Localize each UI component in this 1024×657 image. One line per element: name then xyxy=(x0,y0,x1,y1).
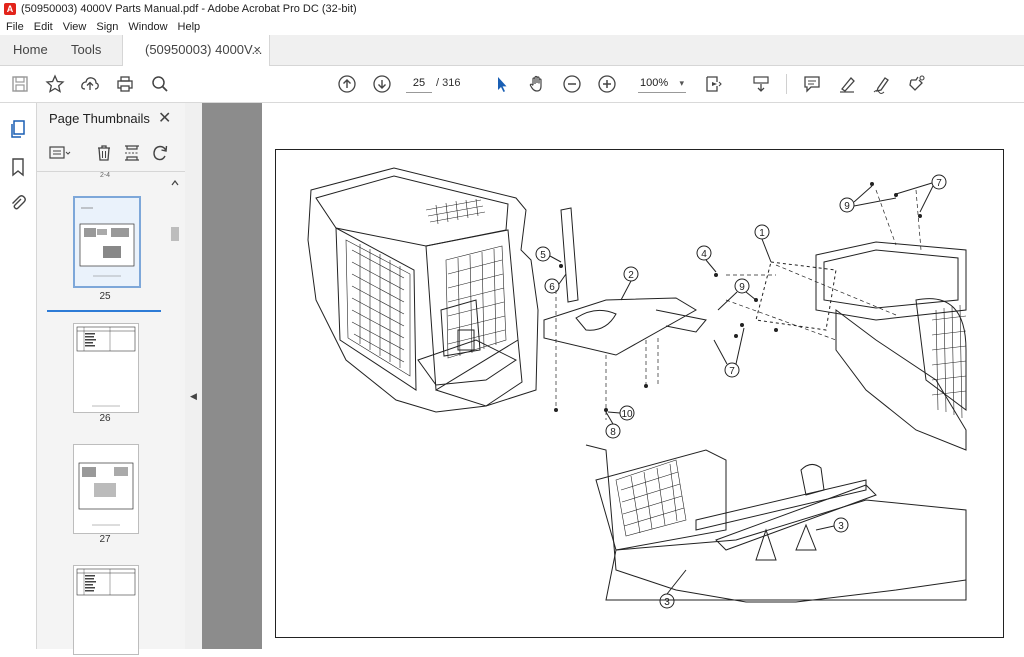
callout-label-1: 1 xyxy=(759,228,765,239)
next-page-icon[interactable] xyxy=(372,74,392,94)
page-thumbnail[interactable] xyxy=(73,196,141,288)
chevron-down-icon: ▾ xyxy=(679,78,684,88)
attachments-icon[interactable] xyxy=(8,193,28,213)
exploded-parts-diagram: 1 2 3 3 4 5 6 7 7 8 9 9 10 xyxy=(307,167,967,609)
window-title: (50950003) 4000V Parts Manual.pdf - Adob… xyxy=(21,3,357,15)
delete-icon[interactable] xyxy=(93,143,115,163)
thumbnail-options-icon[interactable] xyxy=(49,143,71,163)
callout-label-6: 6 xyxy=(549,282,555,293)
callout-label-3a: 3 xyxy=(838,521,844,532)
tab-close-icon[interactable]: × xyxy=(253,35,261,65)
insert-page-icon[interactable] xyxy=(121,143,143,163)
save-icon[interactable] xyxy=(10,74,30,94)
zoom-select[interactable]: 100% ▾ xyxy=(638,74,686,93)
upload-cloud-icon[interactable] xyxy=(80,74,100,94)
select-cursor-icon[interactable] xyxy=(492,74,512,94)
drawing-frame: 1 2 3 3 4 5 6 7 7 8 9 9 10 xyxy=(275,149,1004,638)
title-bar: A (50950003) 4000V Parts Manual.pdf - Ad… xyxy=(0,0,1024,18)
thumbnail-preview xyxy=(78,462,134,526)
menu-sign[interactable]: Sign xyxy=(91,21,123,33)
page-thumbnail[interactable] xyxy=(73,444,139,534)
mesh-grille-left xyxy=(345,239,411,377)
menu-view[interactable]: View xyxy=(58,21,92,33)
callout-label-4: 4 xyxy=(701,249,707,260)
callout-label-5: 5 xyxy=(540,250,546,261)
menu-edit[interactable]: Edit xyxy=(29,21,58,33)
toolbar-divider xyxy=(786,74,787,94)
zoom-value: 100% xyxy=(640,77,669,89)
callout-label-7a: 7 xyxy=(936,178,942,189)
seal-strip xyxy=(560,207,579,303)
callout-label-2: 2 xyxy=(628,270,634,281)
pdf-page: 1 2 3 3 4 5 6 7 7 8 9 9 10 xyxy=(262,103,1024,649)
rotate-icon[interactable] xyxy=(149,143,171,163)
print-icon[interactable] xyxy=(115,74,135,94)
selection-indicator xyxy=(47,310,161,312)
acrobat-icon: A xyxy=(4,3,16,15)
fasteners xyxy=(554,182,922,412)
navigation-rail xyxy=(0,103,37,649)
page-thumbnail[interactable] xyxy=(73,323,139,413)
tab-document[interactable]: (50950003) 4000V... × xyxy=(122,35,270,66)
tab-bar: Home Tools (50950003) 4000V... × xyxy=(0,35,1024,66)
thumbnail-preview xyxy=(76,568,136,596)
thumbnail-preview xyxy=(79,207,135,277)
page-thumbnails-icon[interactable] xyxy=(8,119,28,139)
callout-label-3b: 3 xyxy=(664,597,670,608)
menu-file[interactable]: File xyxy=(0,21,29,33)
previous-page-icon[interactable] xyxy=(337,74,357,94)
page-thumbnail[interactable] xyxy=(73,565,139,655)
highlight-pen-icon[interactable] xyxy=(837,74,857,94)
menu-help[interactable]: Help xyxy=(173,21,206,33)
leader-lines xyxy=(555,189,922,420)
tab-home[interactable]: Home xyxy=(13,35,48,65)
fit-page-icon[interactable] xyxy=(704,74,724,94)
fill-sign-icon[interactable] xyxy=(907,74,927,94)
page-total: / 316 xyxy=(436,77,461,89)
tray-part xyxy=(543,297,707,356)
scroll-mode-icon[interactable] xyxy=(751,74,771,94)
callout-label-7b: 7 xyxy=(729,366,735,377)
cab-assembly xyxy=(307,167,539,413)
partial-page-label: 2-4 xyxy=(99,172,111,179)
collapse-panel-icon[interactable]: ◀ xyxy=(190,391,197,402)
tab-tools[interactable]: Tools xyxy=(71,35,101,65)
panel-collapse-strip[interactable]: ◀ xyxy=(185,103,202,649)
hand-tool-icon[interactable] xyxy=(527,74,547,94)
callout-label-9a: 9 xyxy=(844,201,850,212)
thumbnail-page-number: 26 xyxy=(99,413,111,424)
callout-9b xyxy=(717,278,757,311)
thumbnail-preview xyxy=(76,326,136,407)
callout-6 xyxy=(544,273,567,294)
panel-title: Page Thumbnails xyxy=(49,111,150,126)
callout-label-10: 10 xyxy=(621,409,633,420)
zoom-in-icon[interactable] xyxy=(597,74,617,94)
close-icon[interactable]: ✕ xyxy=(158,108,171,128)
callout-label-8: 8 xyxy=(610,427,616,438)
sign-pen-icon[interactable] xyxy=(872,74,892,94)
menu-bar: File Edit View Sign Window Help xyxy=(0,18,1024,35)
zoom-out-icon[interactable] xyxy=(562,74,582,94)
bookmark-star-icon[interactable] xyxy=(45,74,65,94)
comment-icon[interactable] xyxy=(802,74,822,94)
rear-panel-assembly xyxy=(755,241,967,451)
toolbar: 25 / 316 100% ▾ xyxy=(0,66,1024,103)
tab-document-label: (50950003) 4000V... xyxy=(145,42,263,57)
menu-window[interactable]: Window xyxy=(123,21,172,33)
scroll-thumb xyxy=(171,227,179,241)
thumbnail-page-number: 27 xyxy=(99,534,111,545)
search-icon[interactable] xyxy=(150,74,170,94)
lower-frame-assembly xyxy=(585,444,967,603)
scroll-up-icon xyxy=(171,180,179,186)
thumbnails-panel: Page Thumbnails ✕ 2-4 25 26 27 xyxy=(37,103,186,655)
callout-label-9b: 9 xyxy=(739,282,745,293)
document-viewport[interactable]: 1 2 3 3 4 5 6 7 7 8 9 9 10 xyxy=(202,103,1024,649)
page-number-input[interactable]: 25 xyxy=(406,74,432,93)
thumbnails-scrollbar[interactable] xyxy=(169,177,181,647)
roof-vents xyxy=(425,198,486,225)
bookmarks-icon[interactable] xyxy=(8,157,28,177)
thumbnail-page-number: 25 xyxy=(99,291,111,302)
